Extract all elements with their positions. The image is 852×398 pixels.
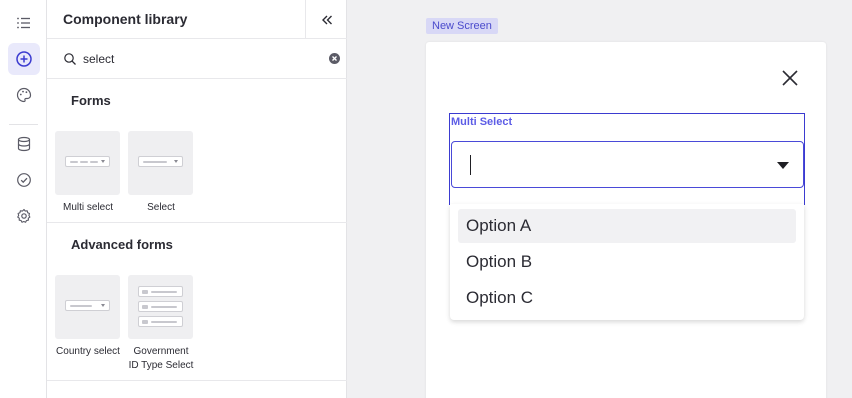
component-library-panel: Component library Forms Multi select [47,0,347,398]
close-icon [332,56,337,61]
close-button[interactable] [780,68,800,88]
gear-icon[interactable] [8,200,40,232]
tile-label: Government ID Type Select [128,346,194,371]
list-icon[interactable] [8,7,40,39]
tile-country-select[interactable]: Country select [55,275,121,359]
tile-government-id-type-select[interactable]: Government ID Type Select [128,275,194,373]
search-icon [64,53,76,65]
tile-label: Multi select [62,202,113,213]
icon-rail [0,0,47,398]
close-icon [782,70,798,86]
text-cursor [470,155,471,175]
option-item[interactable]: Option A [458,209,796,243]
search-input[interactable] [83,49,313,69]
options-dropdown: Option A Option B Option C [450,204,804,320]
government-id-thumbnail [128,275,193,339]
caret-down-icon[interactable] [777,162,789,169]
screen-name-tag[interactable]: New Screen [426,18,498,34]
tile-label: Select [147,202,175,213]
select-thumbnail [128,131,193,195]
palette-icon[interactable] [8,79,40,111]
multi-select-thumbnail [55,131,120,195]
double-chevron-left-icon [321,15,332,24]
add-circle-icon[interactable] [8,43,40,75]
rail-divider [9,124,38,125]
check-circle-icon[interactable] [8,164,40,196]
option-item[interactable]: Option B [458,245,796,279]
tile-label: Country select [56,346,120,357]
screen-preview: Multi Select Option A Option B Option C [426,42,826,398]
section-advanced-forms: Advanced forms Country select Government… [47,223,347,381]
tile-multi-select[interactable]: Multi select [55,131,121,215]
multi-select-component[interactable]: Multi Select [449,113,805,205]
panel-header: Component library [47,0,347,39]
section-title: Forms [71,93,111,108]
search-bar [47,39,347,79]
country-select-thumbnail [55,275,120,339]
multi-select-input[interactable] [451,141,804,188]
panel-title: Component library [63,11,188,27]
clear-search-button[interactable] [329,53,340,64]
section-title: Advanced forms [71,237,173,252]
option-item[interactable]: Option C [458,281,796,315]
section-forms: Forms Multi select Select [47,79,347,223]
tile-select[interactable]: Select [128,131,194,215]
collapse-panel-button[interactable] [305,0,347,39]
field-label: Multi Select [451,116,513,128]
database-icon[interactable] [8,128,40,160]
